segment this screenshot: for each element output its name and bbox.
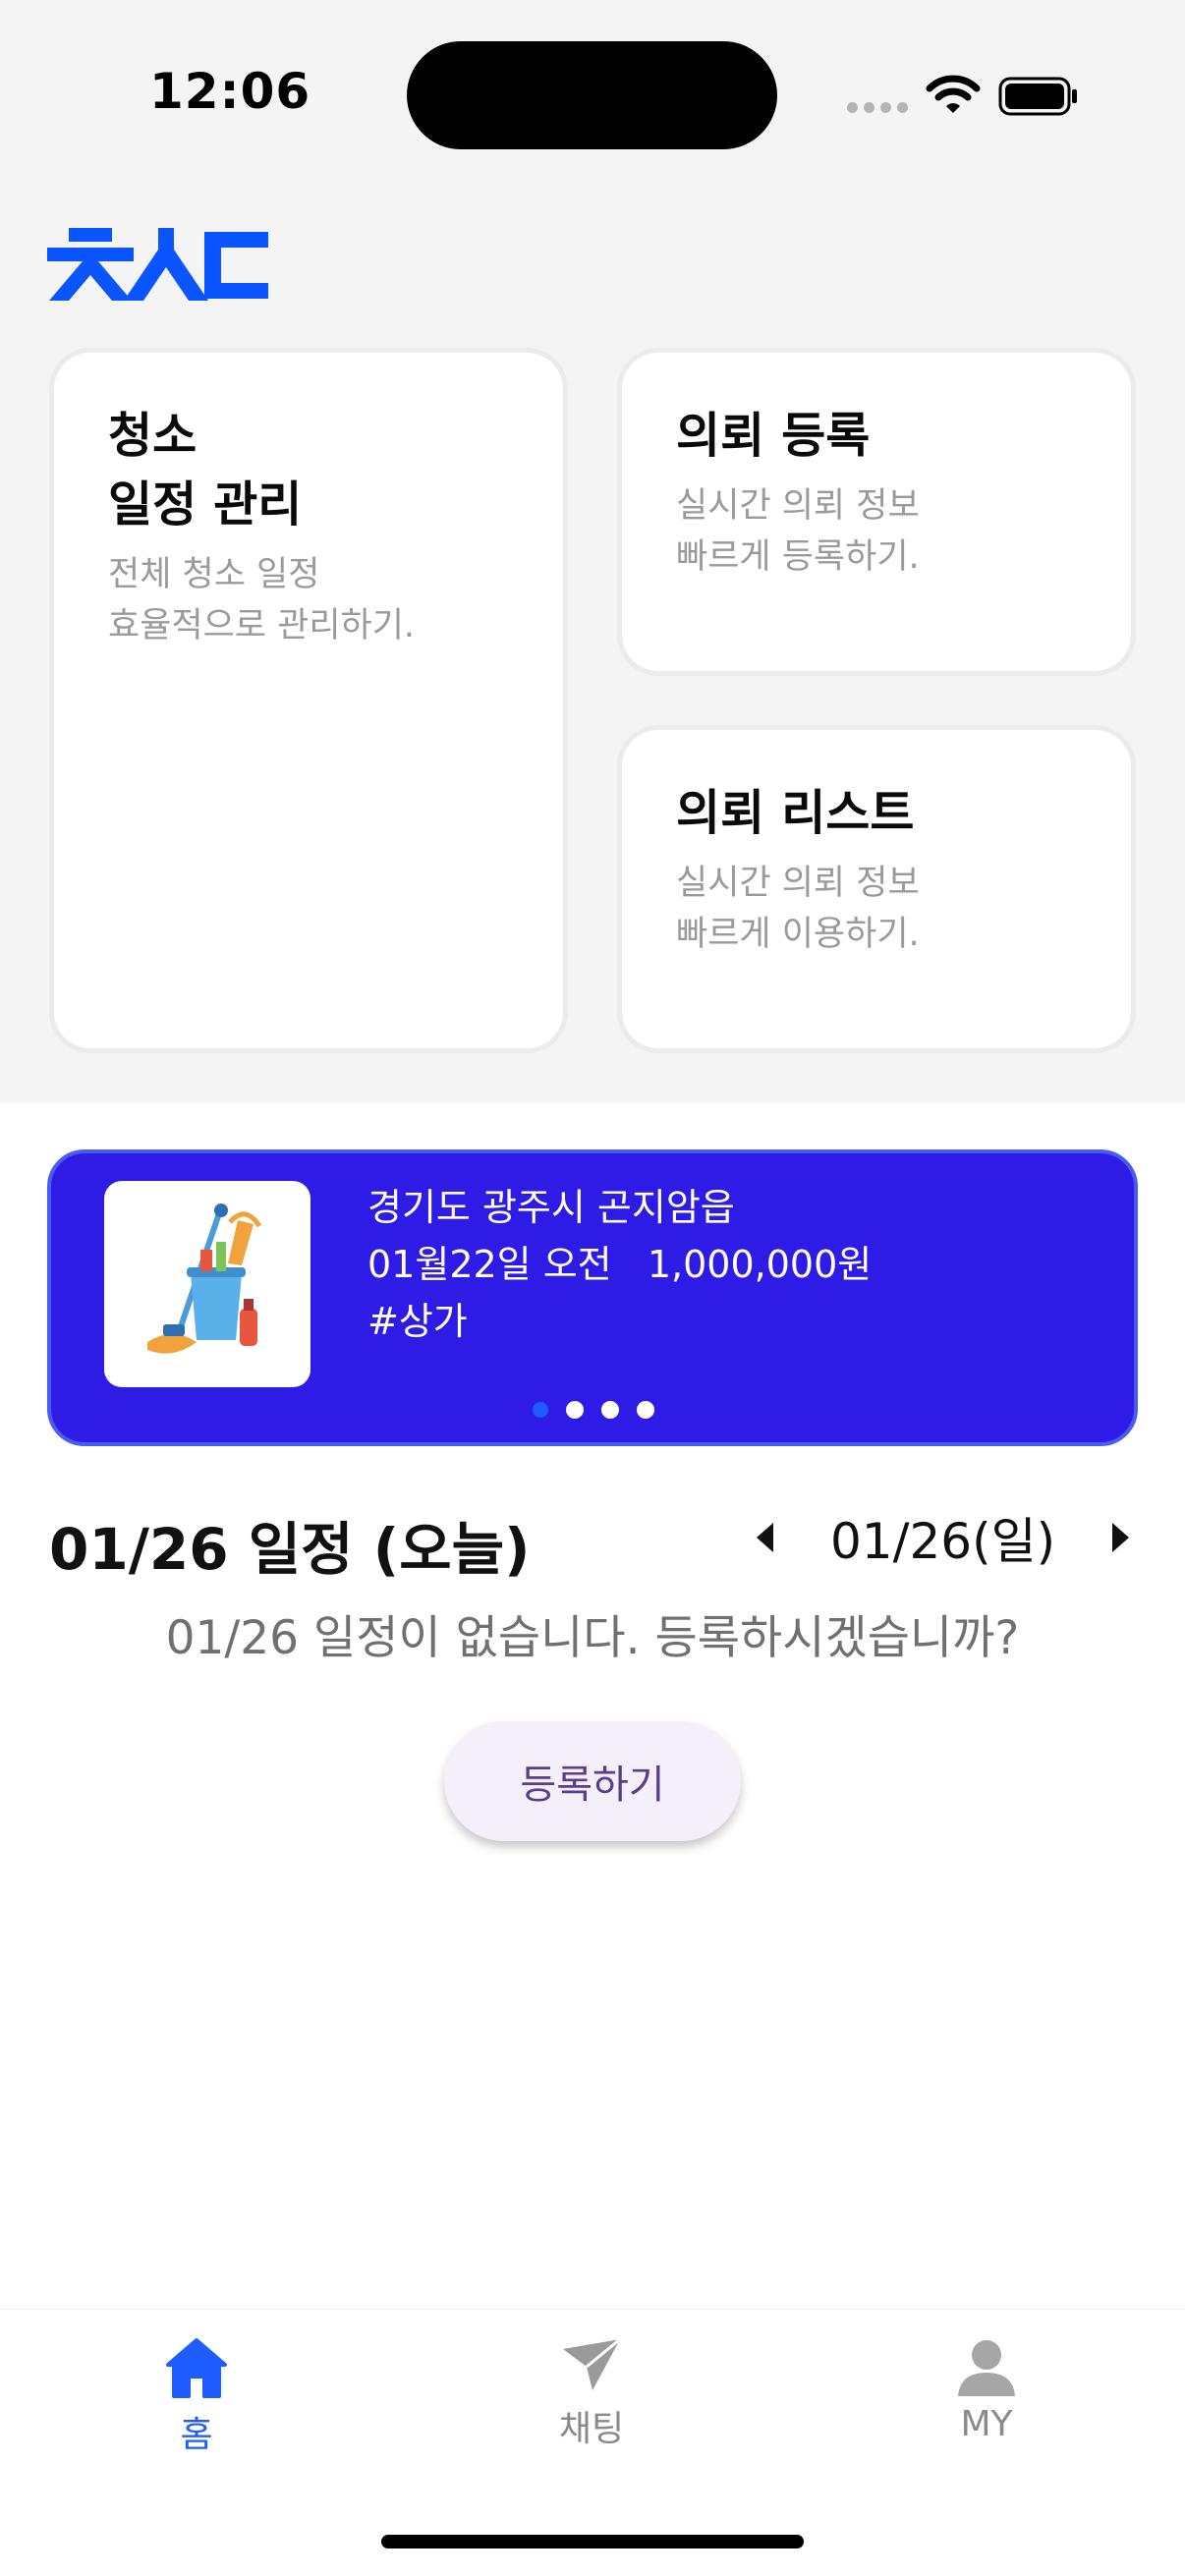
page-dot[interactable] <box>637 1401 654 1419</box>
card-title: 의뢰 등록 <box>676 408 871 464</box>
battery-icon <box>998 77 1077 116</box>
dynamic-island <box>407 41 777 149</box>
card-title: 의뢰 리스트 <box>676 785 915 841</box>
page-dot[interactable] <box>566 1401 584 1419</box>
banner-location: 경기도 광주시 곤지암읍 <box>367 1186 735 1229</box>
home-indicator <box>381 2535 804 2548</box>
empty-schedule-message: 01/26 일정이 없습니다. 등록하시겠습니까? <box>165 1611 1020 1665</box>
schedule-management-card[interactable]: 청소 일정 관리 전체 청소 일정 효율적으로 관리하기. <box>49 348 568 1053</box>
tab-my[interactable]: MY <box>888 2337 1085 2444</box>
tab-home-label: 홈 <box>180 2415 213 2455</box>
next-date-icon[interactable] <box>1112 1523 1130 1552</box>
person-icon <box>958 2340 1015 2396</box>
card-description: 실시간 의뢰 정보 빠르게 등록하기. <box>676 486 920 577</box>
banner-text: 경기도 광주시 곤지암읍 01월22일 오전 1,000,000원 #상가 <box>367 1179 872 1350</box>
tab-chat[interactable]: 채팅 <box>493 2337 690 2451</box>
date-navigator: 01/26(일) <box>757 1507 1130 1570</box>
page-dot[interactable] <box>601 1401 619 1419</box>
cleaning-supplies-icon <box>147 1204 262 1354</box>
register-button[interactable]: 등록하기 <box>444 1721 741 1841</box>
send-icon <box>563 2337 621 2390</box>
status-time: 12:06 <box>149 63 311 120</box>
wifi-icon <box>926 75 981 113</box>
banner-page-indicator <box>533 1401 654 1419</box>
schedule-title: 01/26 일정 (오늘) <box>49 1516 531 1583</box>
previous-date-icon[interactable] <box>757 1523 773 1552</box>
tab-my-label: MY <box>960 2404 1013 2444</box>
card-description: 전체 청소 일정 효율적으로 관리하기. <box>108 555 416 645</box>
home-icon <box>166 2338 227 2398</box>
banner-thumbnail <box>104 1181 310 1387</box>
card-description: 실시간 의뢰 정보 빠르게 이용하기. <box>676 864 920 954</box>
current-date-label[interactable]: 01/26(일) <box>830 1502 1055 1573</box>
banner-tag: #상가 <box>367 1300 468 1343</box>
banner-schedule-price: 01월22일 오전 1,000,000원 <box>367 1243 873 1286</box>
page-dot-active[interactable] <box>533 1402 548 1418</box>
app-logo <box>47 228 268 301</box>
request-banner[interactable]: 경기도 광주시 곤지암읍 01월22일 오전 1,000,000원 #상가 <box>47 1149 1138 1446</box>
request-register-card[interactable]: 의뢰 등록 실시간 의뢰 정보 빠르게 등록하기. <box>617 348 1136 676</box>
request-list-card[interactable]: 의뢰 리스트 실시간 의뢰 정보 빠르게 이용하기. <box>617 725 1136 1053</box>
tab-home[interactable]: 홈 <box>98 2337 295 2457</box>
signal-icon <box>847 102 908 113</box>
tab-chat-label: 채팅 <box>558 2409 625 2449</box>
card-title: 청소 일정 관리 <box>108 408 303 532</box>
